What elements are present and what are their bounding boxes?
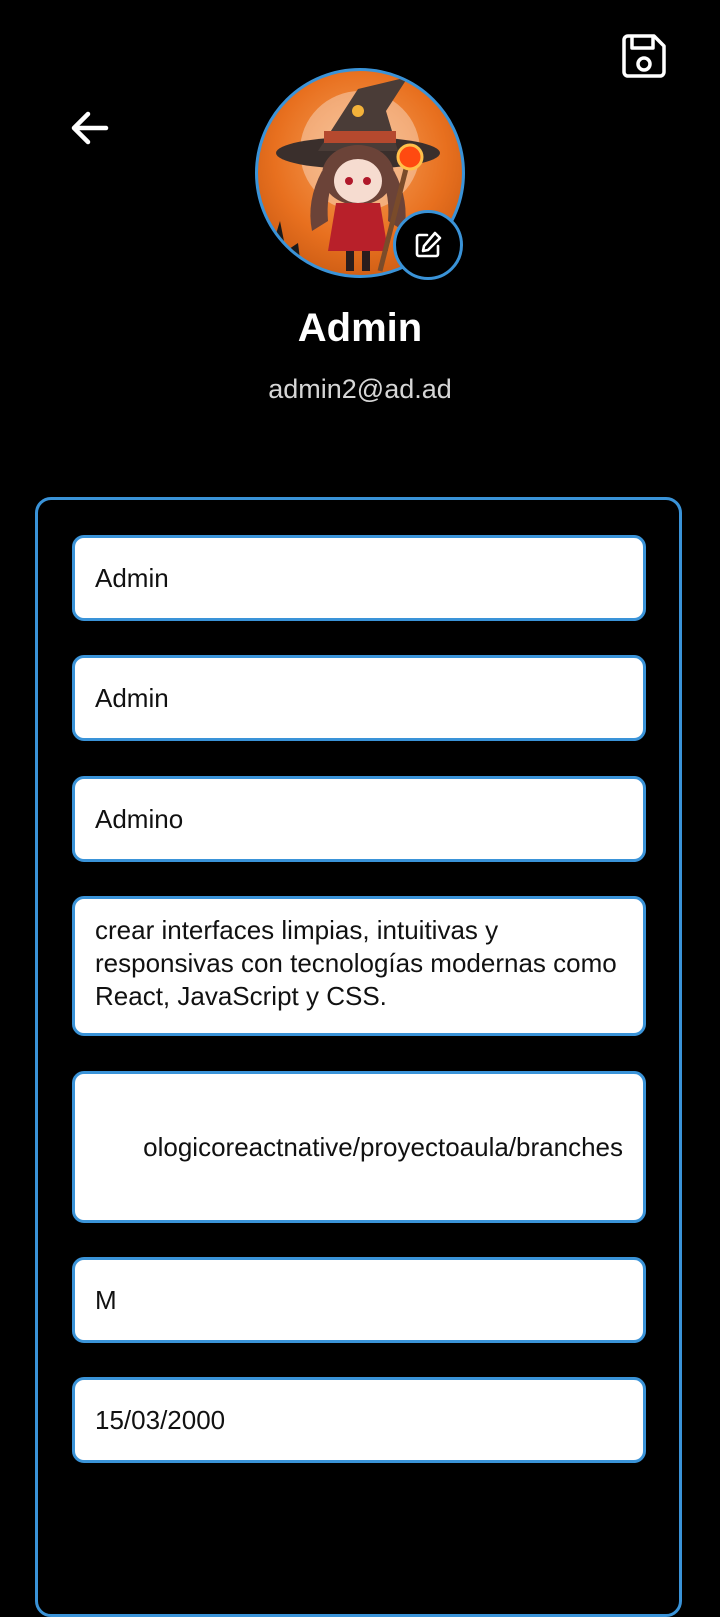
first-name-value: Admin <box>95 562 169 593</box>
gender-value: M <box>95 1284 117 1315</box>
edit-icon <box>415 231 442 258</box>
url-value: ologicoreactnative/proyectoaula/branches <box>143 1131 623 1162</box>
last-name-value: Admin <box>95 682 169 713</box>
avatar-container <box>255 68 465 280</box>
profile-email: admin2@ad.ad <box>268 374 452 404</box>
last-name-field[interactable]: Admin <box>72 655 646 741</box>
profile-name: Admin <box>297 306 423 350</box>
first-name-field[interactable]: Admin <box>72 535 646 621</box>
back-button[interactable] <box>62 100 118 156</box>
second-last-name-field[interactable]: Admino <box>72 776 646 862</box>
second-last-name-value: Admino <box>95 803 184 834</box>
birth-date-field[interactable]: 15/03/2000 <box>72 1377 646 1463</box>
url-field[interactable]: ologicoreactnative/proyectoaula/branches <box>72 1071 646 1223</box>
edit-avatar-button[interactable] <box>393 210 463 280</box>
arrow-left-icon <box>71 111 109 145</box>
birth-date-value: 15/03/2000 <box>95 1404 226 1435</box>
bio-value: crear interfaces limpias, intuitivas y r… <box>95 915 617 1011</box>
floppy-disk-icon <box>622 34 666 78</box>
save-button[interactable] <box>614 26 674 86</box>
bio-field[interactable]: crear interfaces limpias, intuitivas y r… <box>72 896 646 1036</box>
gender-field[interactable]: M <box>72 1257 646 1343</box>
